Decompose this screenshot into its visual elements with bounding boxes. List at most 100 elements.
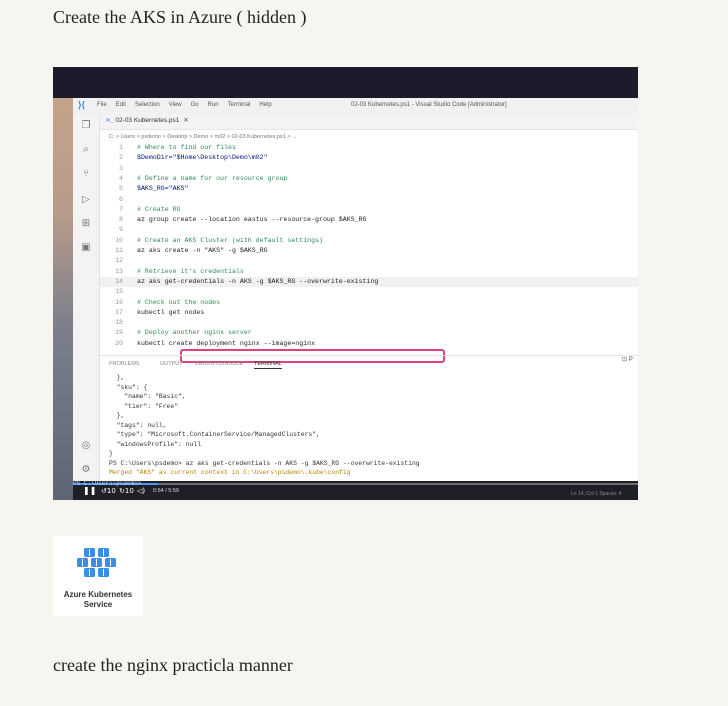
- code-line[interactable]: 1 # Where to find our files: [100, 143, 638, 153]
- extensions-icon[interactable]: ⊞: [80, 218, 92, 230]
- panel-tab-problems[interactable]: PROBLEMS: [109, 361, 140, 367]
- line-number: 11: [115, 247, 123, 254]
- panel-right-label: P: [628, 357, 633, 363]
- player-controls: ❚❚ ↺10 ↻10 ◁) 0:54 / 5:59 Ln 14, Col 1 S…: [73, 481, 638, 500]
- code-editor[interactable]: 1 # Where to find our files 2 $DemoDir="$Ho…: [100, 143, 638, 363]
- tab-kubernetes-ps1[interactable]: >_ 02-03 Kubernetes.ps1 ✕: [106, 116, 189, 124]
- panel-tab-debug-console[interactable]: DEBUG CONSOLE: [195, 361, 243, 367]
- settings-gear-icon[interactable]: ⚙: [80, 464, 92, 476]
- terminal-line: PS C:\Users\psdemo> az aks get-credentia…: [109, 459, 420, 467]
- close-icon[interactable]: ✕: [183, 117, 188, 124]
- code-line[interactable]: 9: [100, 225, 638, 235]
- panel-tab-output[interactable]: OUTPUT: [160, 361, 183, 367]
- panel-powershell-indicator[interactable]: ⊡ P: [622, 356, 633, 363]
- line-number: 8: [119, 216, 123, 224]
- code-line[interactable]: 4 # Define a name for our resource group: [100, 174, 638, 184]
- aks-label-line1: Azure Kubernetes: [63, 590, 133, 599]
- run-debug-icon[interactable]: ▷: [80, 194, 92, 206]
- page-heading-bottom: create the nginx practicla manner: [53, 655, 293, 675]
- terminal-line: "sku": {: [109, 383, 148, 391]
- line-number: 6: [119, 195, 123, 203]
- code-line[interactable]: 6: [100, 195, 638, 205]
- code-text: # Define a name for our resource group: [137, 174, 288, 182]
- code-line[interactable]: 18: [100, 318, 638, 328]
- vscode-title-bar: ⟩⟨ File Edit Selection View Go Run Terminal Hel…: [73, 98, 638, 115]
- line-number: 12: [115, 257, 123, 265]
- terminal-line: "windowsProfile": null: [109, 440, 202, 448]
- line-number: 14: [115, 277, 123, 285]
- menu-item-selection[interactable]: Selection: [135, 102, 160, 108]
- code-text: az aks create -n "AKS" -g $AKS_RG: [137, 247, 268, 254]
- line-number: 4: [119, 174, 123, 182]
- desktop-background: [53, 67, 73, 500]
- editor-status: Ln 14, Col 1 Spaces: 4: [571, 491, 622, 497]
- code-line[interactable]: 20 kubectl create deployment nginx --imag…: [100, 339, 638, 349]
- source-control-icon[interactable]: ⑂: [80, 168, 92, 180]
- line-number: 9: [119, 226, 123, 234]
- menu-item-help[interactable]: Help: [259, 102, 271, 108]
- code-text: # Deploy another nginx server: [137, 329, 252, 337]
- code-line[interactable]: 10 # Create an AKS Cluster (with default …: [100, 236, 638, 246]
- code-text: kubectl create deployment nginx --image=…: [137, 339, 316, 347]
- line-number: 10: [115, 236, 123, 244]
- code-line[interactable]: 13 # Retrieve it's credentials: [100, 267, 638, 277]
- search-icon[interactable]: ⌕: [80, 144, 92, 156]
- activity-bar: ❐ ⌕ ⑂ ▷ ⊞ ▣ ◎ ⚙: [73, 114, 100, 500]
- code-text: az aks get-credentials -n AKS -g $AKS_RG…: [137, 277, 379, 285]
- menu-item-view[interactable]: View: [169, 102, 182, 108]
- code-line[interactable]: 19 # Deploy another nginx server: [100, 328, 638, 338]
- terminal-line: },: [109, 412, 125, 419]
- code-text: # Create RG: [137, 205, 181, 213]
- code-line[interactable]: 14 az aks get-credentials -n AKS -g $AKS_…: [100, 276, 638, 287]
- line-number: 3: [119, 164, 123, 172]
- menu-item-file[interactable]: File: [97, 102, 107, 108]
- breadcrumb[interactable]: C: > Users > psdemo > Desktop > Demo > m…: [109, 134, 297, 140]
- code-line[interactable]: 3: [100, 164, 638, 174]
- code-line[interactable]: 11 az aks create -n "AKS" -g $AKS_RG: [100, 246, 638, 256]
- code-line[interactable]: 5 $AKS_RG="AKS": [100, 184, 638, 194]
- line-number: 16: [115, 298, 123, 306]
- explorer-icon[interactable]: ❐: [80, 120, 92, 132]
- window-title: 02-03 Kubernetes.ps1 - Visual Studio Cod…: [351, 102, 507, 108]
- skip-back-icon[interactable]: ↺10: [101, 487, 116, 495]
- terminal-line: }: [109, 450, 113, 457]
- code-text: az group create --location eastus --reso…: [137, 216, 367, 224]
- menu-item-go[interactable]: Go: [191, 102, 199, 108]
- remote-explorer-icon[interactable]: ▣: [80, 242, 92, 254]
- line-number: 5: [119, 185, 123, 193]
- aks-logo-label: Azure Kubernetes Service: [53, 590, 143, 610]
- vscode-logo-icon: ⟩⟨: [78, 100, 86, 110]
- video-player[interactable]: ⟩⟨ File Edit Selection View Go Run Terminal Hel…: [53, 67, 638, 500]
- terminal-output[interactable]: }, "sku": { "name": "Basic", "tier": "Fr…: [100, 373, 638, 483]
- code-line[interactable]: 8 az group create --location eastus --res…: [100, 215, 638, 225]
- code-text: kubectl get nodes: [137, 308, 205, 316]
- terminal-line: "tier": "Free": [109, 402, 179, 410]
- aks-label-line2: Service: [83, 600, 113, 609]
- code-line[interactable]: 15: [100, 287, 638, 297]
- terminal-line: Merged "AKS" as current context in C:\Us…: [109, 469, 351, 476]
- code-text: # Where to find our files: [137, 144, 236, 151]
- time-display: 0:54 / 5:59: [153, 488, 179, 494]
- code-line[interactable]: 7 # Create RG: [100, 205, 638, 215]
- skip-forward-icon[interactable]: ↻10: [119, 487, 134, 495]
- aks-cubes-icon: [77, 548, 116, 577]
- code-line[interactable]: 17 kubectl get nodes: [100, 308, 638, 318]
- code-line[interactable]: 12: [100, 256, 638, 266]
- code-line[interactable]: 16 # Check out the nodes: [100, 298, 638, 308]
- code-line[interactable]: 2 $DemoDir="$Home\Desktop\Demo\m02": [100, 153, 638, 163]
- volume-icon[interactable]: ◁): [137, 487, 145, 495]
- menu-item-edit[interactable]: Edit: [116, 102, 126, 108]
- tab-label: 02-03 Kubernetes.ps1: [115, 117, 180, 124]
- terminal-prompt: PS C:\Users\psdemo>: [73, 480, 142, 487]
- panel-tab-terminal[interactable]: TERMINAL: [254, 361, 282, 369]
- pause-icon[interactable]: ❚❚: [83, 486, 96, 495]
- terminal-line: },: [109, 374, 125, 381]
- video-top-bar: [53, 67, 638, 98]
- menu-bar: File Edit Selection View Go Run Terminal Help: [97, 102, 281, 108]
- menu-item-run[interactable]: Run: [208, 102, 219, 108]
- line-number: 18: [115, 319, 123, 327]
- progress-bar[interactable]: [73, 483, 638, 485]
- menu-item-terminal[interactable]: Terminal: [228, 102, 251, 108]
- line-number: 7: [119, 205, 123, 213]
- account-icon[interactable]: ◎: [80, 440, 92, 452]
